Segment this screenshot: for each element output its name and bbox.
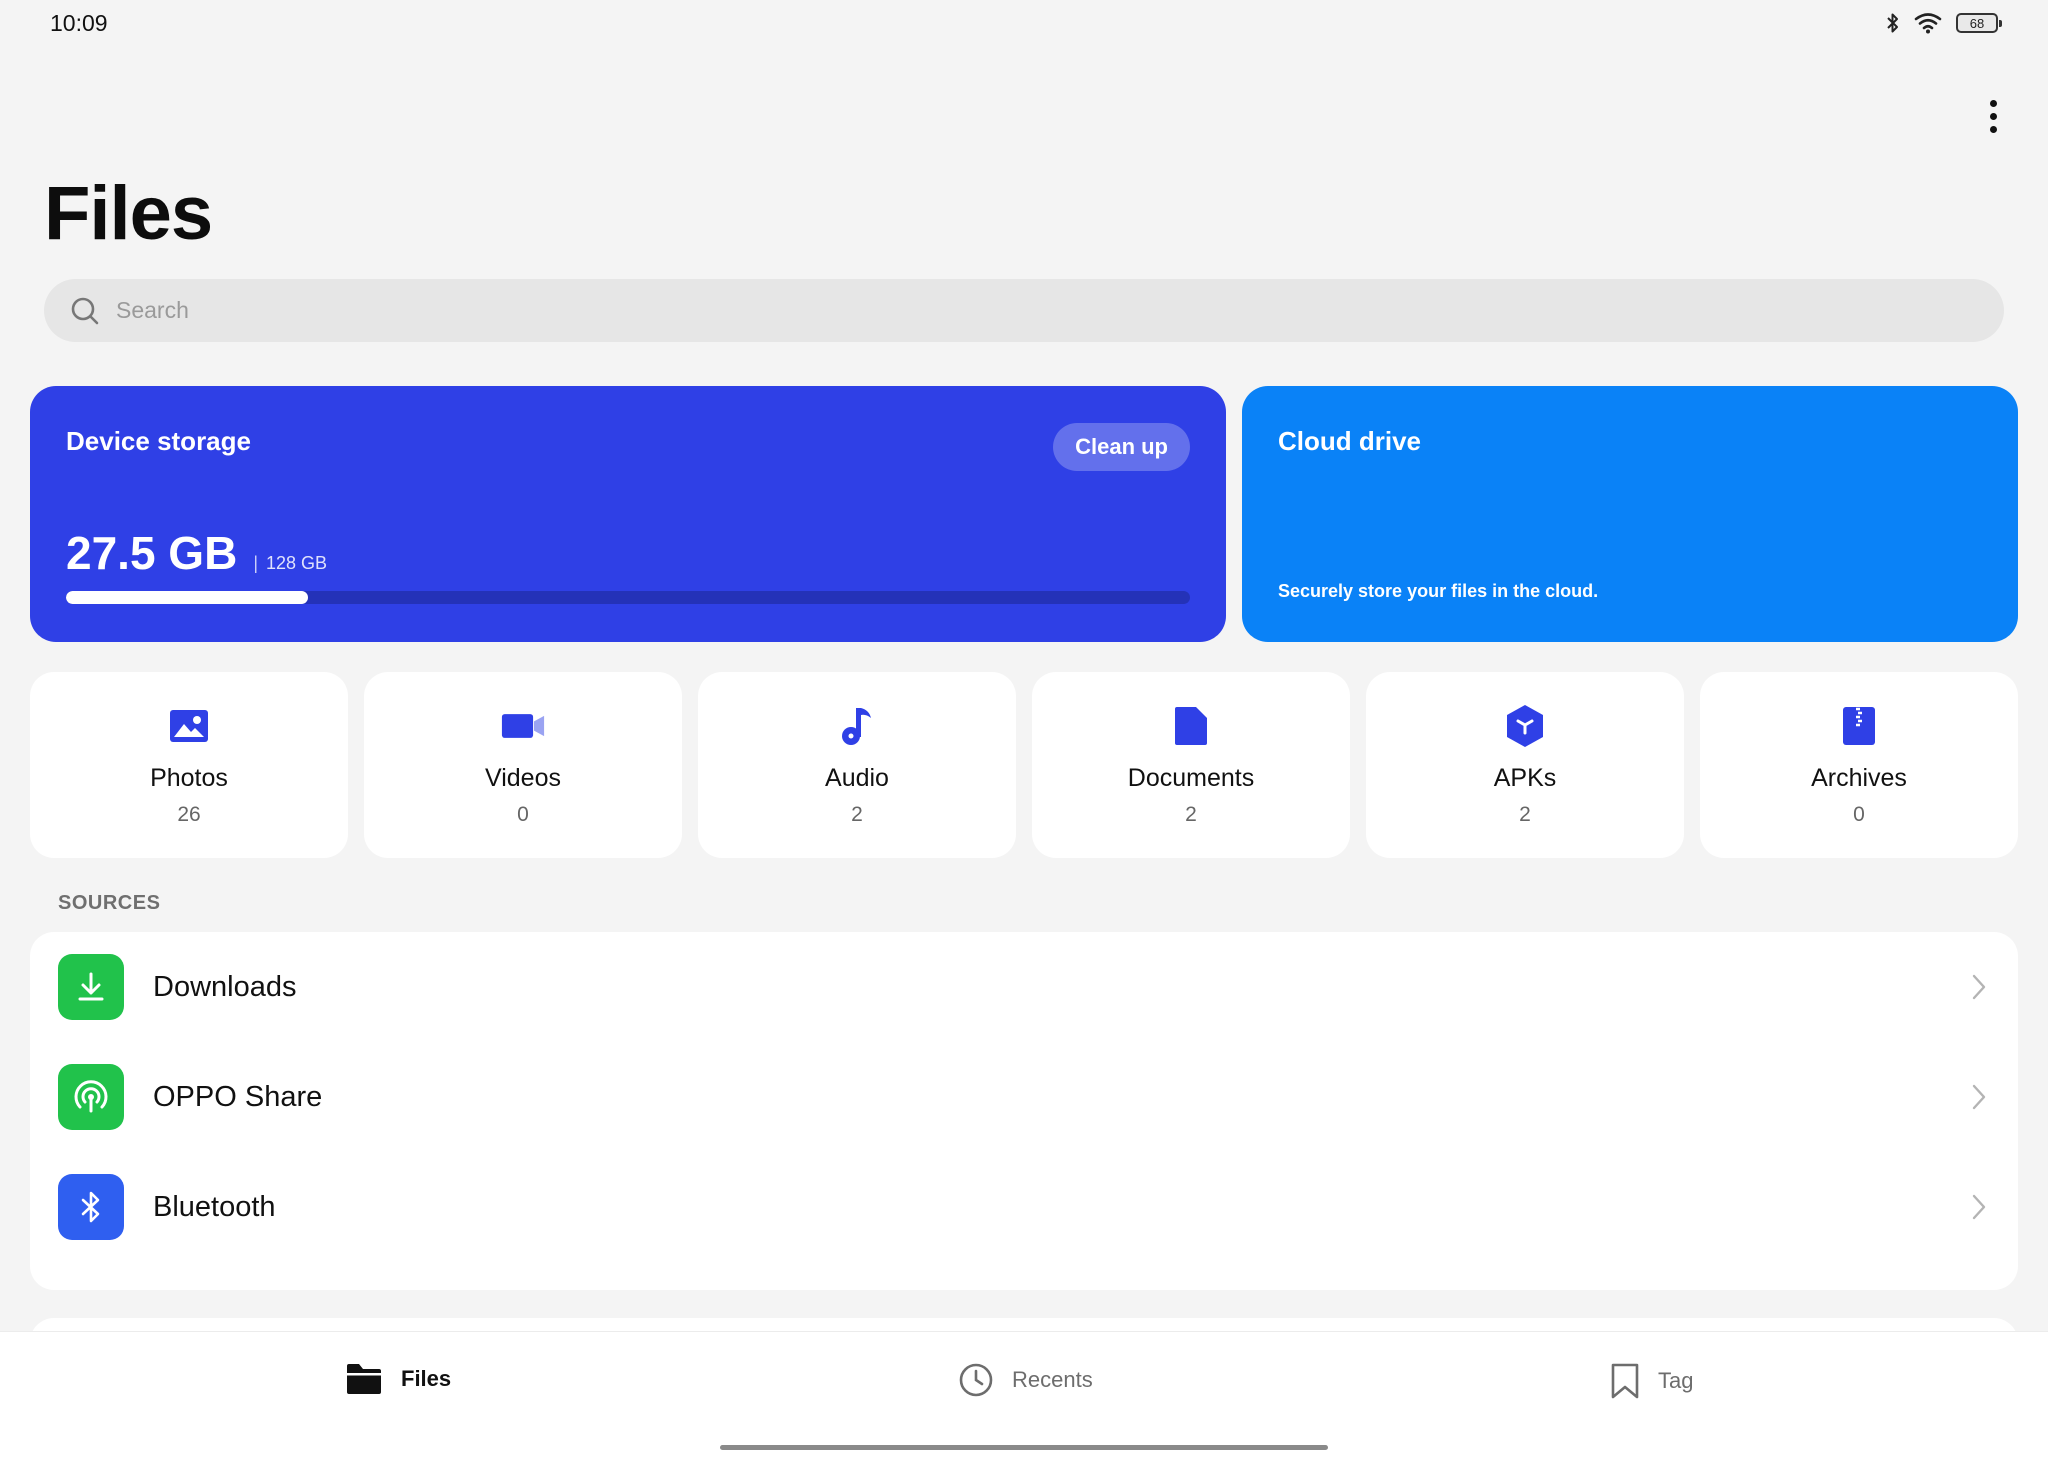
storage-progress-fill (66, 591, 308, 604)
source-label: Bluetooth (153, 1190, 276, 1223)
source-label: OPPO Share (153, 1080, 323, 1113)
search-input[interactable] (116, 297, 1916, 324)
storage-progress-bar (66, 591, 1190, 604)
category-grid: Photos 26 Videos 0 Audio 2 Documents 2 A… (30, 672, 2018, 858)
nav-label: Files (401, 1366, 452, 1391)
search-icon (71, 297, 99, 324)
source-bluetooth[interactable]: Bluetooth (30, 1152, 2018, 1262)
apks-icon (1503, 704, 1547, 748)
documents-icon (1169, 704, 1213, 748)
clock-icon (959, 1363, 993, 1397)
category-label: Audio (825, 764, 889, 792)
more-vertical-icon (1989, 99, 1997, 107)
nav-tab-recents[interactable]: Recents (958, 1362, 1093, 1398)
status-icons: 68 (1886, 12, 2002, 34)
category-label: APKs (1493, 764, 1557, 792)
source-label: Downloads (153, 970, 297, 1003)
audio-icon (835, 704, 879, 748)
clean-up-button[interactable]: Clean up (1053, 423, 1190, 471)
sources-heading: SOURCES (58, 892, 161, 914)
nav-tab-tag[interactable]: Tag (1610, 1362, 1693, 1400)
cloud-drive-card[interactable]: Cloud drive Securely store your files in… (1242, 386, 2018, 642)
device-storage-title: Device storage (66, 426, 251, 456)
category-count: 0 (1853, 803, 1865, 826)
home-indicator[interactable] (720, 1445, 1328, 1450)
category-archives[interactable]: Archives 0 (1700, 672, 2018, 858)
category-count: 26 (177, 803, 201, 826)
download-icon (58, 954, 124, 1020)
bottom-navigation: Files Recents Tag (0, 1331, 2048, 1463)
cloud-drive-title: Cloud drive (1278, 426, 1422, 456)
category-count: 0 (517, 803, 529, 826)
nav-label: Recents (1012, 1367, 1093, 1392)
battery-icon: 68 (1956, 13, 2002, 33)
archives-icon (1837, 704, 1881, 748)
bookmark-icon (1611, 1363, 1639, 1399)
nav-tab-files[interactable]: Files (345, 1362, 451, 1396)
sources-list: Downloads OPPO Share Bluetooth (30, 932, 2018, 1290)
bluetooth-icon (58, 1174, 124, 1240)
source-downloads[interactable]: Downloads (30, 932, 2018, 1042)
status-time: 10:09 (50, 10, 108, 36)
device-storage-card[interactable]: Device storage Clean up 27.5 GB | 128 GB (30, 386, 1226, 642)
nav-label: Tag (1658, 1368, 1694, 1393)
category-documents[interactable]: Documents 2 (1032, 672, 1350, 858)
folder-icon (347, 1364, 381, 1394)
photos-icon (167, 704, 211, 748)
storage-total: 128 GB (266, 553, 328, 573)
cloud-drive-subtitle: Securely store your files in the cloud. (1278, 581, 1599, 601)
storage-used: 27.5 GB (66, 527, 238, 579)
storage-separator: | (253, 553, 258, 573)
chevron-right-icon (1972, 974, 1986, 1000)
category-label: Photos (150, 764, 228, 792)
category-apks[interactable]: APKs 2 (1366, 672, 1684, 858)
chevron-right-icon (1972, 1194, 1986, 1220)
status-bar: 10:09 68 (0, 0, 2048, 48)
more-options-button[interactable] (1978, 96, 2008, 136)
search-bar[interactable] (44, 279, 2004, 342)
storage-usage: 27.5 GB | 128 GB (66, 526, 327, 580)
category-label: Archives (1811, 764, 1907, 792)
oppo-share-icon (58, 1064, 124, 1130)
wifi-icon (1914, 13, 1942, 34)
source-oppo-share[interactable]: OPPO Share (30, 1042, 2018, 1152)
chevron-right-icon (1972, 1084, 1986, 1110)
category-count: 2 (1519, 803, 1531, 826)
bluetooth-icon (1887, 13, 1898, 33)
battery-level: 68 (1969, 15, 1985, 31)
category-audio[interactable]: Audio 2 (698, 672, 1016, 858)
category-photos[interactable]: Photos 26 (30, 672, 348, 858)
category-label: Videos (485, 764, 561, 792)
category-label: Documents (1127, 764, 1255, 792)
videos-icon (501, 704, 545, 748)
category-count: 2 (851, 803, 863, 826)
category-count: 2 (1185, 803, 1197, 826)
page-title: Files (44, 171, 213, 256)
category-videos[interactable]: Videos 0 (364, 672, 682, 858)
